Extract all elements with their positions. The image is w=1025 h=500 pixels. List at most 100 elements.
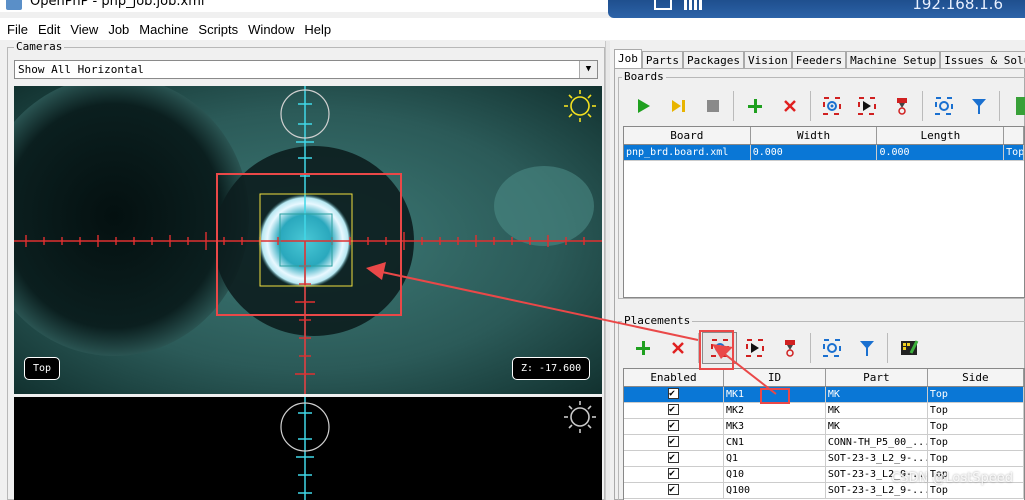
enabled-checkbox[interactable] [624,483,724,498]
boards-section: Boards Board Width Length pnp_brd.board.… [618,70,1025,299]
tab-packages[interactable]: Packages [683,51,744,68]
menu-view[interactable]: View [65,22,103,37]
job-pane: Job Parts Packages Vision Feeders Machin… [611,41,1025,500]
remove-board-button[interactable] [772,90,807,122]
placement-part-cell[interactable]: CONN-TH_P5_00_... [826,435,928,450]
placement-id-cell[interactable]: Q1 [724,451,826,466]
menu-file[interactable]: File [0,22,33,37]
position-board-location-button[interactable] [849,90,884,122]
placement-id-cell[interactable]: MK3 [724,419,826,434]
remote-desktop-bar[interactable]: 192.168.1.6 [608,0,1025,18]
start-job-button[interactable] [625,90,660,122]
board-name-cell[interactable]: pnp_brd.board.xml [624,145,751,160]
boards-legend: Boards [622,70,666,83]
window-title: OpenPnP - pnp_job.job.xml [30,0,205,9]
menu-scripts[interactable]: Scripts [193,22,243,37]
enabled-checkbox[interactable] [624,435,724,450]
chevron-down-icon[interactable]: ▼ [579,61,597,78]
col-enabled[interactable]: Enabled [624,369,724,386]
position-camera-board-button[interactable] [814,90,849,122]
step-job-button[interactable] [660,90,695,122]
panel-icon [1015,97,1025,115]
capture-tool-placement-button[interactable] [849,332,884,364]
col-side[interactable]: Side [928,369,1024,386]
placement-part-cell[interactable]: SOT-23-3_L2_9-... [826,451,928,466]
menu-job[interactable]: Job [103,22,134,37]
bottom-camera-view[interactable] [14,397,602,500]
col-width[interactable]: Width [751,127,878,144]
placement-part-cell[interactable]: MK [826,419,928,434]
add-placement-button[interactable] [625,332,660,364]
capture-nozzle-board-button[interactable] [961,90,996,122]
menu-help[interactable]: Help [299,22,336,37]
remote-host: 192.168.1.6 [912,0,1003,13]
placement-id-cell[interactable]: CN1 [724,435,826,450]
menu-window[interactable]: Window [243,22,299,37]
cameras-pane: Cameras Show All Horizontal ▼ Top Z: -17… [0,40,606,500]
split-pane-divider[interactable] [605,41,610,500]
tab-vision[interactable]: Vision [743,51,792,68]
col-part[interactable]: Part [826,369,928,386]
position-camera-placement-button[interactable] [702,332,737,364]
nozzle-icon [896,98,907,115]
remove-icon [783,100,796,112]
top-camera-view[interactable]: Top Z: -17.600 [14,86,602,394]
edit-feeder-button[interactable] [891,332,926,364]
position-nozzle-placement-button[interactable] [737,332,772,364]
enabled-checkbox[interactable] [624,467,724,482]
tab-parts[interactable]: Parts [641,51,683,68]
col-side[interactable] [1004,127,1024,144]
tab-feeders[interactable]: Feeders [791,51,847,68]
boards-table-header: Board Width Length [624,127,1024,145]
move-nozzle-board-button[interactable] [884,90,919,122]
table-row[interactable]: CN1 CONN-TH_P5_00_... Top [624,435,1024,451]
placement-side-cell[interactable]: Top [928,403,1024,418]
boards-table[interactable]: Board Width Length pnp_brd.board.xml 0.0… [623,126,1025,298]
enabled-checkbox[interactable] [624,451,724,466]
pin-icon[interactable] [654,0,672,10]
placement-side-cell[interactable]: Top [928,435,1024,450]
menu-edit[interactable]: Edit [33,22,65,37]
capture-camera-placement-button[interactable] [814,332,849,364]
table-row[interactable]: Q1 SOT-23-3_L2_9-... Top [624,451,1024,467]
placement-side-cell[interactable]: Top [928,419,1024,434]
main-tabs: Job Parts Packages Vision Feeders Machin… [614,49,1025,68]
placement-side-cell[interactable]: Top [928,387,1024,402]
board-width-cell[interactable]: 0.000 [751,145,878,160]
top-camera-image [14,86,602,394]
capture-camera-board-button[interactable] [926,90,961,122]
placement-id-cell[interactable]: MK1 [724,387,826,402]
enabled-checkbox[interactable] [624,419,724,434]
tab-job[interactable]: Job [614,49,642,68]
stop-job-button[interactable] [695,90,730,122]
placement-part-cell[interactable]: MK [826,387,928,402]
menu-machine[interactable]: Machine [134,22,193,37]
panel-button[interactable] [1003,90,1025,122]
play-icon [637,99,650,113]
light-off-icon [564,401,596,433]
capture-nozzle-icon [859,341,874,356]
board-length-cell[interactable]: 0.000 [877,145,1005,160]
enabled-checkbox[interactable] [624,387,724,402]
enabled-checkbox[interactable] [624,403,724,418]
table-row[interactable]: MK1 MK Top [624,387,1024,403]
tab-machine-setup[interactable]: Machine Setup [846,51,941,68]
step-icon [671,100,685,112]
col-board[interactable]: Board [624,127,751,144]
table-row[interactable]: MK3 MK Top [624,419,1024,435]
tab-issues-solutions[interactable]: Issues & Soluti [940,51,1025,68]
move-nozzle-placement-button[interactable] [772,332,807,364]
placement-side-cell[interactable]: Top [928,451,1024,466]
placement-id-cell[interactable]: Q10 [724,467,826,482]
remove-placement-button[interactable] [660,332,695,364]
placement-id-cell[interactable]: MK2 [724,403,826,418]
camera-layout-select[interactable]: Show All Horizontal ▼ [14,60,598,79]
table-row[interactable]: pnp_brd.board.xml 0.000 0.000 Top [624,145,1024,161]
add-board-button[interactable] [737,90,772,122]
board-side-cell[interactable]: Top [1004,145,1024,160]
col-id[interactable]: ID [724,369,826,386]
table-row[interactable]: MK2 MK Top [624,403,1024,419]
placement-id-cell[interactable]: Q100 [724,483,826,498]
col-length[interactable]: Length [877,127,1005,144]
placement-part-cell[interactable]: MK [826,403,928,418]
